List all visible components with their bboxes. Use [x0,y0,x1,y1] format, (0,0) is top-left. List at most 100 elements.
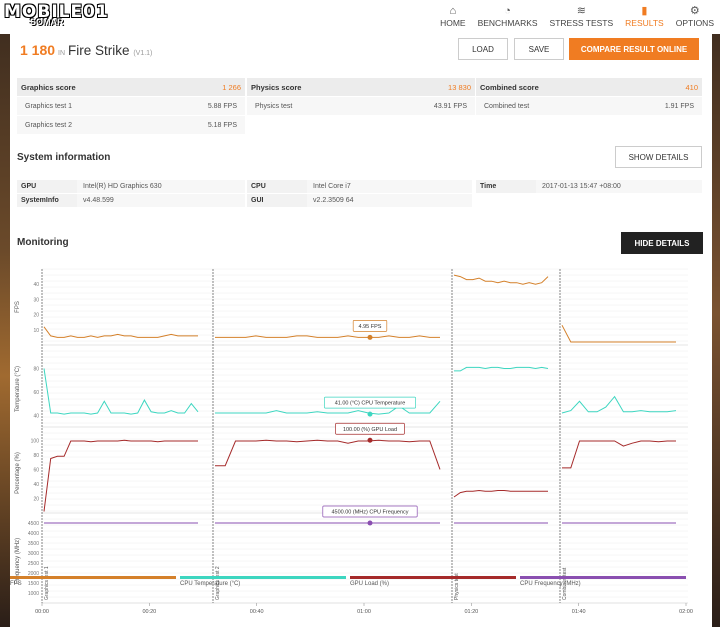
score-card-value: 1 266 [222,82,241,92]
stress-icon: ≋ [576,5,586,17]
gauge-icon: ◔ [504,5,511,17]
y-axis-label: Percentage (%) [15,452,21,494]
background-art-left [0,0,10,627]
score-card-row: Graphics test 2 5.18 FPS [17,115,245,134]
benchmark-name: Fire Strike [68,43,130,58]
gui-row: GUI v2.2.3509 64 [247,194,472,208]
overall-score: 1 180 IN Fire Strike (V1.1) [20,42,152,58]
score-in-label: IN [58,50,66,57]
background-art-right [712,0,720,627]
subtest-value: 43.91 FPS [433,102,467,110]
score-card-title: Physics score [251,82,302,92]
x-tick-label: 01:00 [357,609,371,615]
score-card-row: Combined test 1.91 FPS [476,96,702,115]
score-card: Physics score 13 830 Physics test 43.91 FPS [247,78,475,115]
y-tick-label: 80 [33,453,39,459]
nav-options[interactable]: ⚙ OPTIONS [676,4,714,28]
legend-label: GPU Load (%) [350,581,390,587]
x-tick-label: 02:00 [679,609,693,615]
system-info-middle: CPU Intel Core i7 GUI v2.2.3509 64 [247,180,472,208]
gear-icon: ⚙ [689,5,700,17]
series-line [43,326,198,338]
x-tick-label: 01:20 [464,609,478,615]
cpu-row: CPU Intel Core i7 [247,180,472,194]
system-info-right: Time 2017-01-13 15:47 +08:00 [476,180,702,194]
tooltip-text: 4.95 FPS [359,324,382,330]
subtest-value: 1.91 FPS [664,102,694,110]
legend-swatch [180,576,346,579]
score-card-title: Graphics score [21,82,76,92]
overall-score-value: 1 180 [20,42,56,58]
nav-label: OPTIONS [675,18,714,28]
legend-swatch [520,576,686,579]
score-card-header: Physics score 13 830 [247,78,475,96]
tooltip-marker [367,437,373,443]
gpu-row: GPU Intel(R) HD Graphics 630 [17,180,245,194]
legend-item[interactable]: CPU Temperature (°C) [180,576,346,587]
show-details-button[interactable]: SHOW DETAILS [615,146,702,168]
legend-item[interactable]: FPS [10,576,176,587]
y-axis-label: FPS [15,301,21,313]
save-button[interactable]: SAVE [514,38,564,60]
sysinfo-value: v4.48.599 [77,194,245,207]
home-icon: ⌂ [449,5,457,17]
series-line [215,439,441,470]
hide-details-button[interactable]: HIDE DETAILS [621,232,703,254]
y-tick-label: 40 [33,282,39,288]
main-nav: ⌂ HOME ◔ BENCHMARKS ≋ STRESS TESTS ▮ RESULTS ⚙ OP… [428,4,714,28]
tooltip-text: 100.00 (%) GPU Load [343,427,397,433]
y-tick-label: 4500 [28,521,39,527]
score-card-title: Combined score [480,82,539,92]
score-card-header: Combined score 410 [476,78,702,96]
subtest-value: 5.18 FPS [207,121,237,129]
y-tick-label: 30 [33,297,39,303]
monitoring-title: Monitoring [17,237,69,248]
legend-item[interactable]: CPU Frequency (MHz) [520,576,686,587]
nav-label: HOME [440,18,466,28]
system-info-left: GPU Intel(R) HD Graphics 630 SystemInfo v4… [17,180,245,208]
nav-benchmarks[interactable]: ◔ BENCHMARKS [478,4,538,28]
tooltip-marker [367,520,373,526]
load-button[interactable]: LOAD [458,38,508,60]
benchmark-version: (V1.1) [133,50,153,57]
y-tick-label: 20 [33,313,39,319]
cpu-value: Intel Core i7 [307,180,472,193]
tooltip-marker [367,334,373,340]
nav-stress-tests[interactable]: ≋ STRESS TESTS [550,4,614,28]
monitoring-chart: FPS 10 20 30 40 4.95 FPS Temperature (°C) 40 60 8… [15,268,693,615]
gpu-value: Intel(R) HD Graphics 630 [77,180,245,193]
x-tick-label: 00:40 [250,609,264,615]
legend-item[interactable]: GPU Load (%) [350,576,516,587]
y-tick-label: 100 [31,438,40,444]
results-panel: 1 180 IN Fire Strike (V1.1) LOAD SAVE COMP… [10,34,712,627]
nav-home[interactable]: ⌂ HOME [440,4,466,28]
tooltip-text: 4500.00 (MHz) CPU Frequency [331,510,408,516]
x-tick-label: 00:00 [35,609,49,615]
tooltip-text: 41.00 (°C) CPU Temperature [335,401,406,407]
gui-value: v2.2.3509 64 [307,194,472,207]
compare-online-button[interactable]: COMPARE RESULT ONLINE [569,38,699,60]
y-tick-label: 80 [33,367,39,373]
legend-label: CPU Frequency (MHz) [520,581,581,587]
y-tick-label: 1000 [28,591,39,597]
subtest-name: Graphics test 2 [25,121,73,129]
y-tick-label: 3000 [28,551,39,557]
score-card-value: 13 830 [448,82,471,92]
nav-results[interactable]: ▮ RESULTS [625,4,664,28]
y-tick-label: 10 [33,328,39,334]
y-tick-label: 20 [33,496,39,502]
y-tick-label: 60 [33,467,39,473]
legend-label: CPU Temperature (°C) [180,581,241,587]
bar-chart-icon: ▮ [641,5,648,17]
nav-label: STRESS TESTS [549,18,614,28]
series-line [43,368,199,415]
subtest-value: 5.88 FPS [207,102,237,110]
y-tick-label: 60 [33,390,39,396]
y-tick-label: 4000 [28,531,39,537]
nav-label: BENCHMARKS [477,18,538,28]
y-tick-label: 40 [33,482,39,488]
y-tick-label: 3500 [28,541,39,547]
x-tick-label: 01:40 [572,609,586,615]
score-card-row: Graphics test 1 5.88 FPS [17,96,245,115]
score-card: Combined score 410 Combined test 1.91 FPS [476,78,702,115]
